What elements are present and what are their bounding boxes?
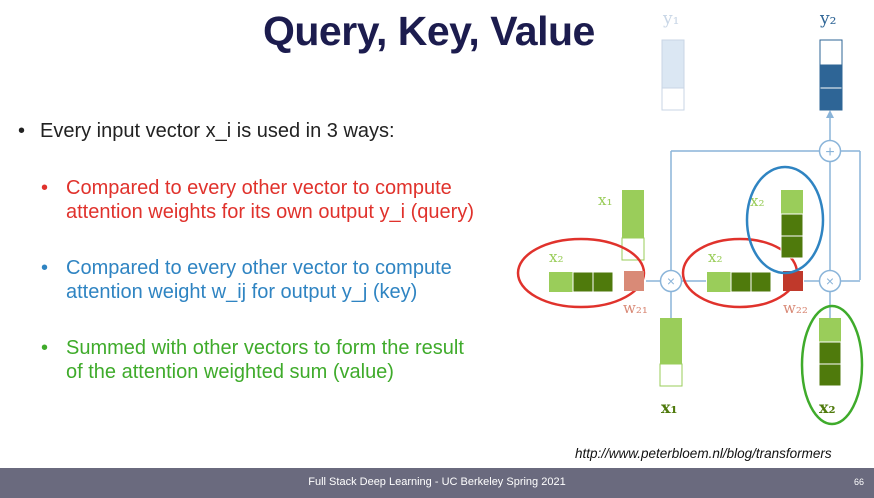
x2-mid-label: x₂ [708,248,722,266]
page-number: 66 [853,477,864,487]
x1-value-cell [659,363,683,387]
x2-key-vertical-cell [780,213,804,237]
x1-bottom-label: x₁ [661,398,678,417]
source-link[interactable]: http://www.peterbloem.nl/blog/transforme… [575,446,832,461]
footer-bar: Full Stack Deep Learning - UC Berkeley S… [0,468,874,498]
y2-cell [819,39,843,65]
x1-top-label: x₁ [598,191,612,209]
x2-mid-cell [730,271,752,293]
x2-key-vertical-cell [780,235,804,259]
times-icon: × [667,273,675,289]
times-icon: × [826,273,834,289]
plus-icon: + [825,144,834,161]
x2-mid-cell [750,271,772,293]
y1-cell [661,87,685,111]
y2-label: y₂ [819,9,836,29]
w21-weight [624,271,644,291]
x2-value-cell [819,318,841,342]
x2-key-cell [592,271,614,293]
w22-label: w₂₂ [783,299,808,317]
y1-label: y₁ [662,9,679,29]
x2-mid-cell [707,272,731,292]
x2-key-cell [572,271,594,293]
footer-text: Full Stack Deep Learning - UC Berkeley S… [308,476,566,488]
y2-cell [819,87,843,111]
x2-bottom-label: x₂ [819,398,836,417]
x2-key-cell [549,272,573,292]
y2-cell [819,63,843,89]
x2-value-cell [818,341,842,365]
attention-diagram: y₁ y₂ x₁ x₂ w₂₁ × x₁ x₂ w₂₂ x₂ × + x₂ [516,9,864,426]
x2-left-label: x₂ [549,248,563,266]
x2-value-cell [818,363,842,387]
w21-label: w₂₁ [623,299,648,317]
arrow-head [826,110,834,118]
x2-key-vertical-cell [781,190,803,214]
